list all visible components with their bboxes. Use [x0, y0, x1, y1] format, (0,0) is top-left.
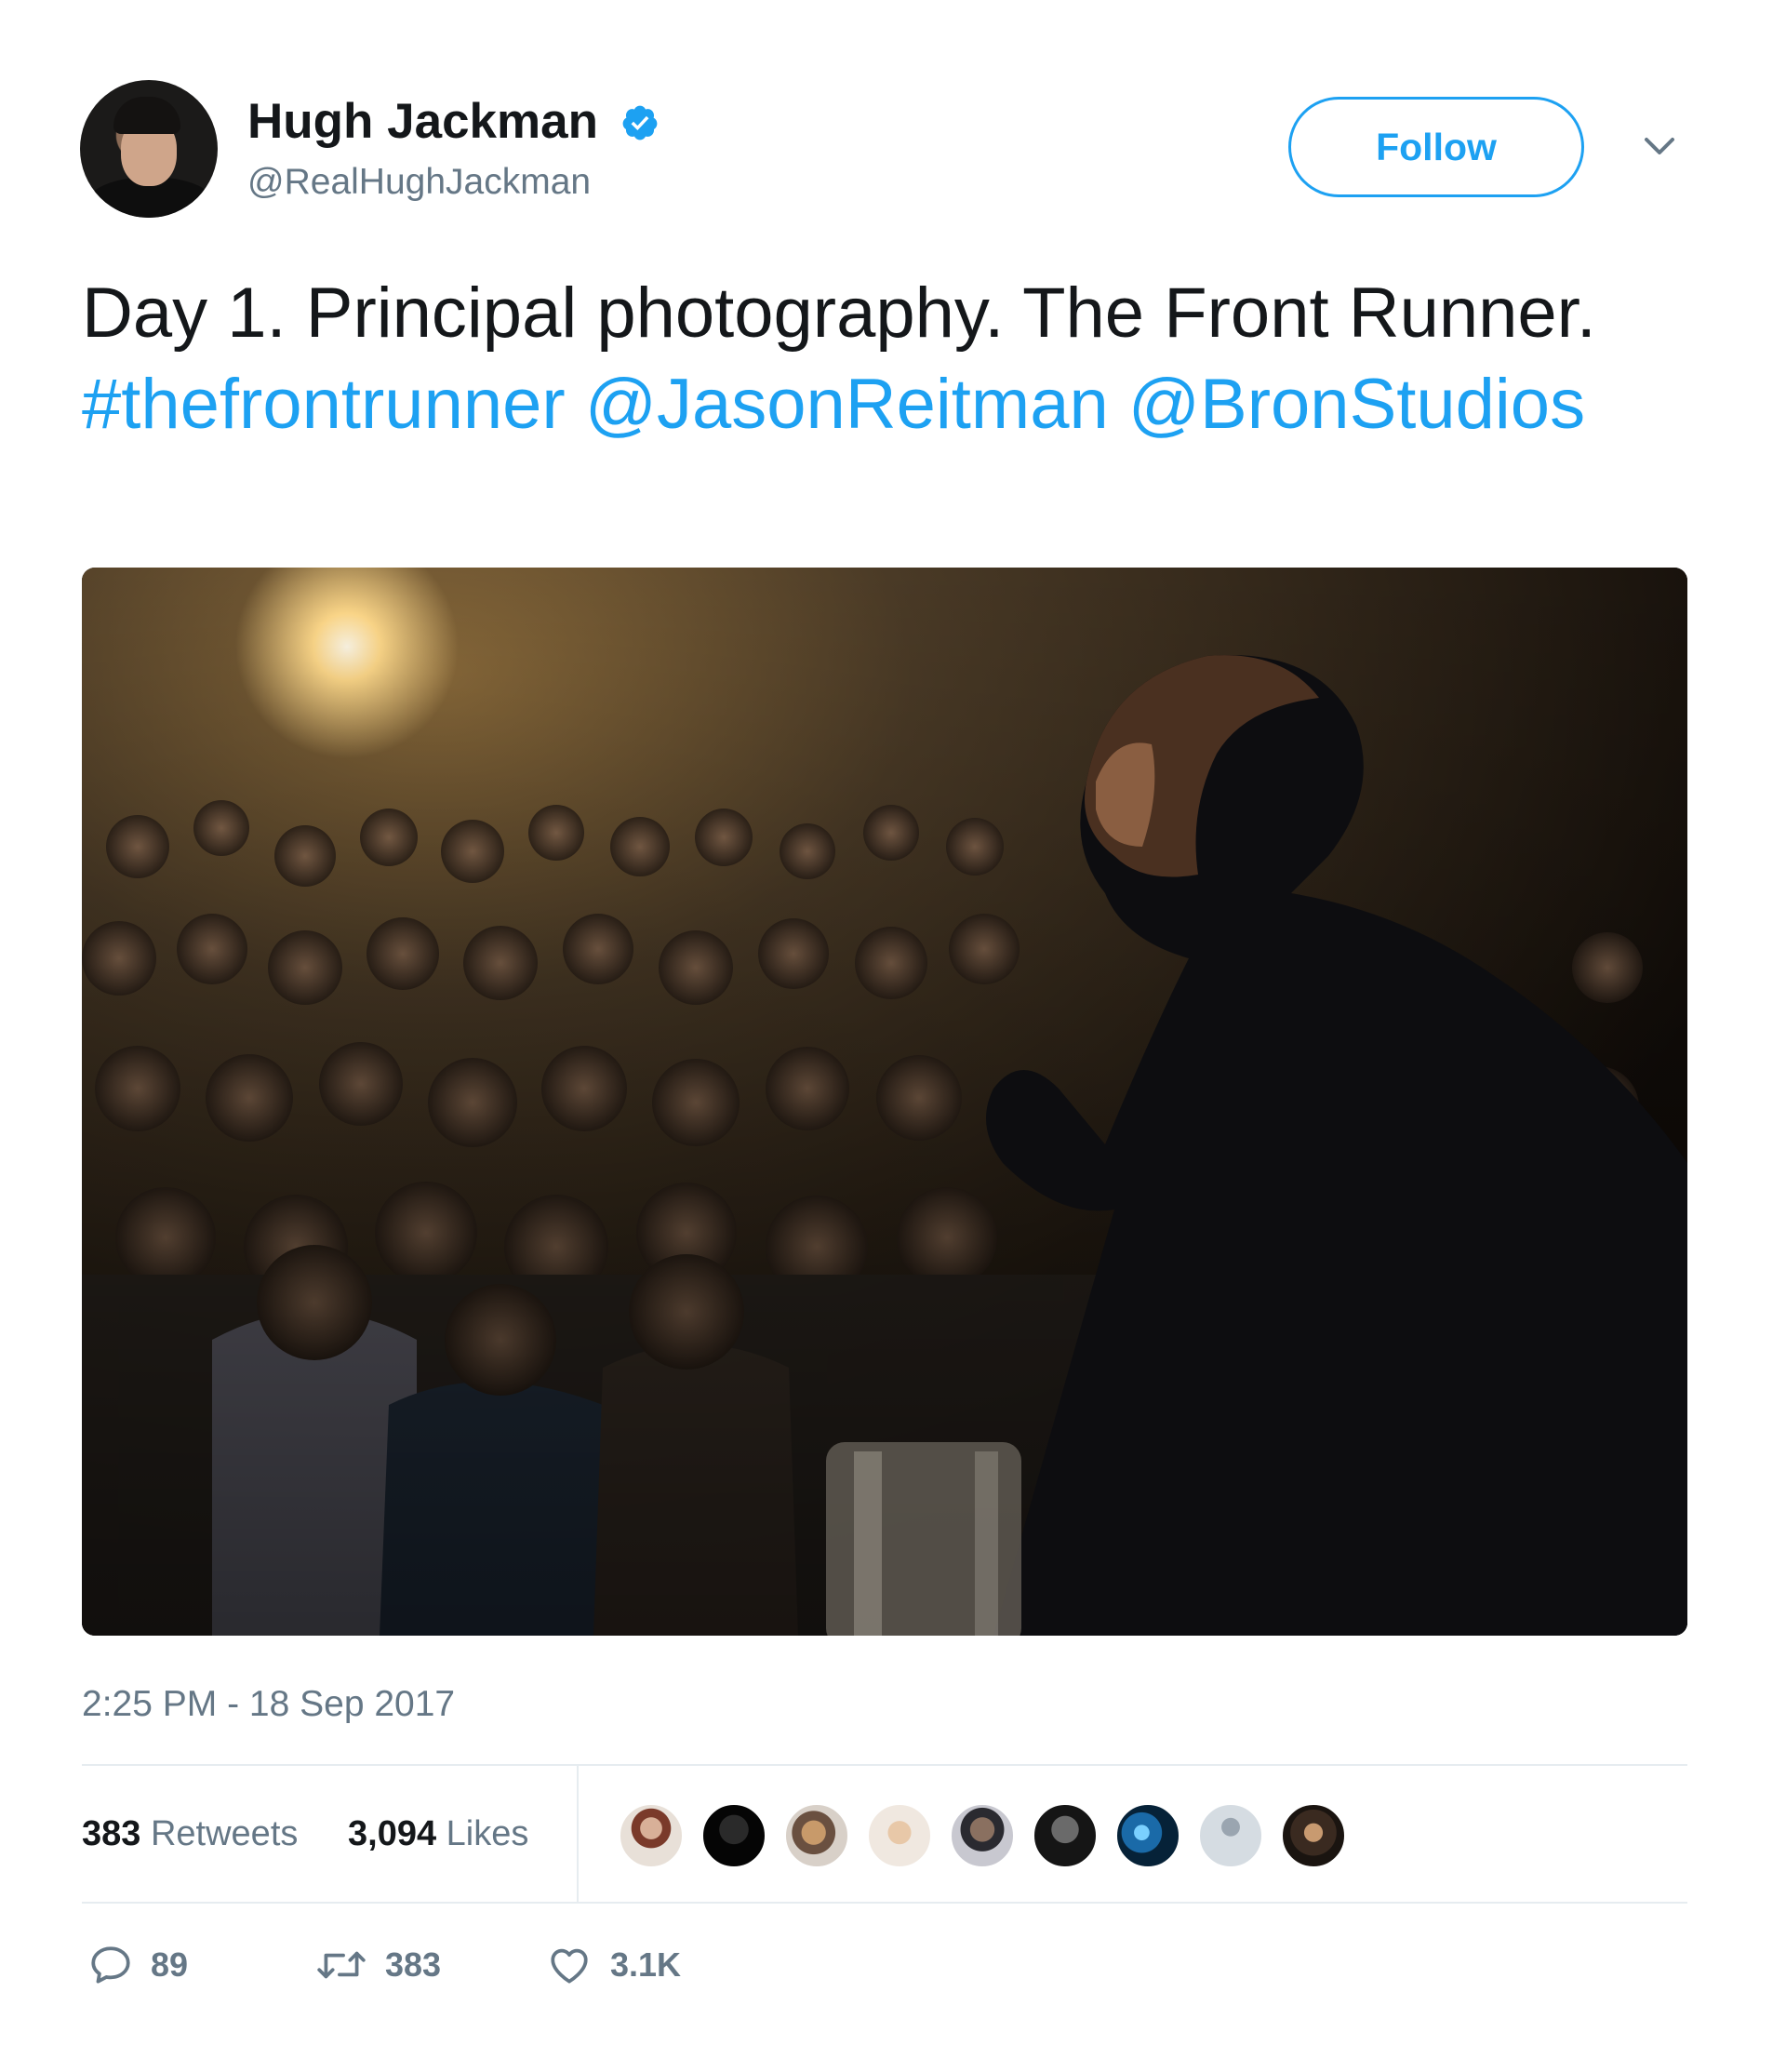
user-handle[interactable]: @RealHughJackman: [247, 162, 591, 203]
heart-icon: [551, 1948, 588, 1984]
retweets-label: Retweets: [150, 1814, 299, 1853]
retweet-count: 383: [385, 1945, 442, 1984]
reply-count: 89: [151, 1945, 189, 1984]
liker-avatar[interactable]: [1114, 1802, 1181, 1869]
liker-avatar[interactable]: [949, 1802, 1016, 1869]
liker-avatar[interactable]: [1197, 1802, 1264, 1869]
liker-avatar[interactable]: [1280, 1802, 1347, 1869]
liker-avatar[interactable]: [783, 1802, 850, 1869]
likes-count: 3,094: [348, 1814, 437, 1853]
divider-vertical: [577, 1766, 579, 1902]
tweet-timestamp[interactable]: 2:25 PM - 18 Sep 2017: [82, 1684, 455, 1725]
reply-action[interactable]: 89: [87, 1937, 188, 1993]
verified-badge-icon: [622, 105, 658, 140]
retweet-icon: [317, 1951, 366, 1979]
liker-avatar[interactable]: [866, 1802, 933, 1869]
like-action[interactable]: 3.1K: [545, 1937, 681, 1993]
like-count: 3.1K: [610, 1945, 682, 1984]
follow-button[interactable]: Follow: [1288, 97, 1584, 197]
hashtag-link[interactable]: #thefrontrunner: [82, 365, 566, 444]
chevron-down-icon[interactable]: [1643, 132, 1676, 160]
retweets-count: 383: [82, 1814, 141, 1853]
divider: [82, 1764, 1687, 1766]
tweet-photo-illustration: [82, 568, 1687, 1636]
mention-link[interactable]: @BronStudios: [1128, 365, 1585, 444]
likes-label: Likes: [446, 1814, 529, 1853]
liker-avatar[interactable]: [700, 1802, 767, 1869]
mention-link[interactable]: @JasonReitman: [585, 365, 1109, 444]
retweets-stat[interactable]: 383 Retweets: [82, 1814, 298, 1854]
liker-avatar[interactable]: [618, 1802, 685, 1869]
tweet-text-body: Day 1. Principal photography. The Front …: [82, 274, 1596, 353]
avatar-hair: [113, 97, 180, 134]
divider: [82, 1902, 1687, 1904]
user-display-name[interactable]: Hugh Jackman: [247, 93, 598, 150]
liker-avatars: [618, 1802, 1363, 1869]
likes-stat[interactable]: 3,094 Likes: [348, 1814, 528, 1854]
tweet-text: Day 1. Principal photography. The Front …: [82, 268, 1682, 450]
liker-avatar[interactable]: [1032, 1802, 1099, 1869]
profile-avatar[interactable]: [80, 80, 218, 218]
retweet-action[interactable]: 383: [314, 1937, 441, 1993]
reply-icon: [91, 1946, 130, 1984]
tweet-photo[interactable]: [82, 568, 1687, 1636]
